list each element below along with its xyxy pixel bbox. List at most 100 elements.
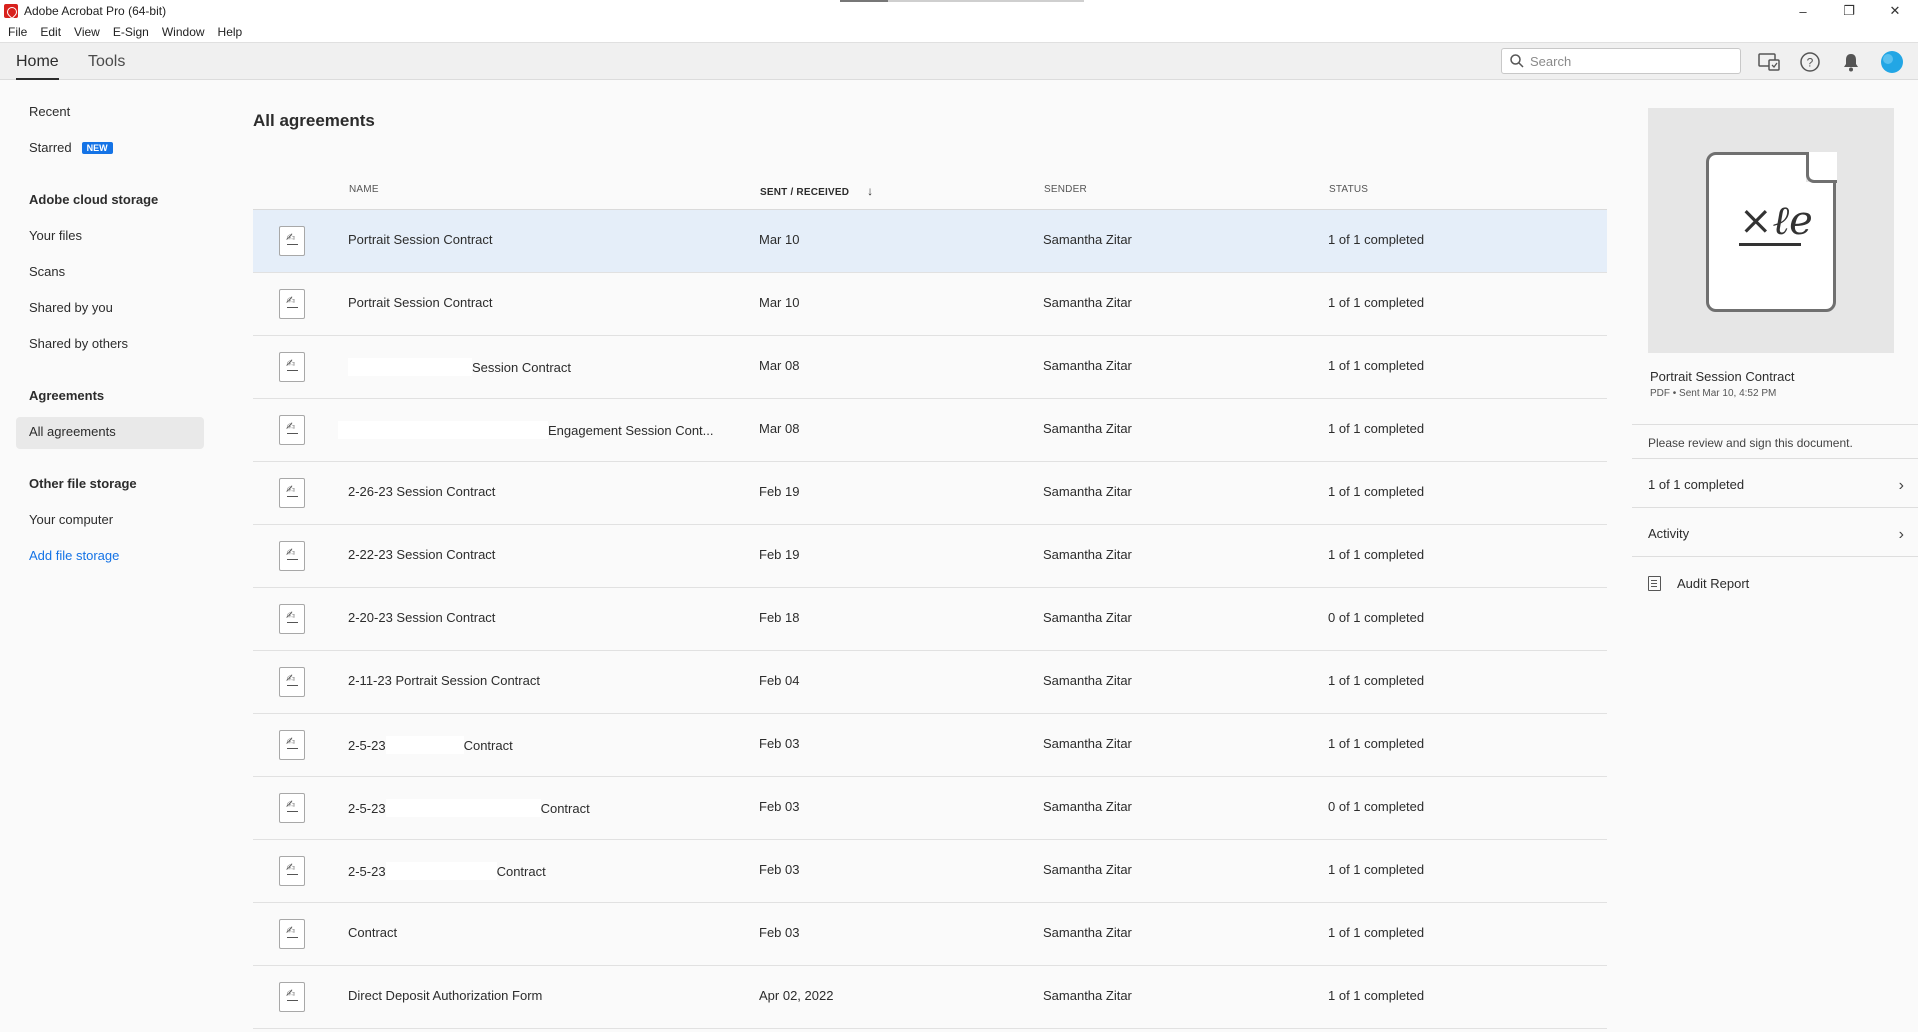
panel-divider	[1632, 424, 1918, 425]
table-row[interactable]: 2-5-23 Contract Feb 03 Samantha Zitar 1 o…	[253, 714, 1607, 777]
table-row[interactable]: Direct Deposit Authorization Form Apr 02…	[253, 966, 1607, 1029]
audit-report-icon	[1648, 576, 1661, 591]
row-name-cell: 2-5-23 Contract	[348, 736, 513, 754]
nav-your-computer[interactable]: Your computer	[29, 512, 113, 527]
row-name-prefix: 2-5-23	[348, 864, 386, 879]
audit-report-button[interactable]: Audit Report	[1648, 576, 1904, 591]
tab-tools[interactable]: Tools	[88, 43, 125, 80]
left-navigation: Recent Starred NEW Adobe cloud storage Yo…	[0, 81, 220, 1032]
table-row[interactable]: 2-26-23 Session Contract Feb 19 Samantha…	[253, 462, 1607, 525]
nav-heading-cloud: Adobe cloud storage	[29, 192, 159, 207]
row-sender: Samantha Zitar	[1043, 799, 1132, 814]
row-name: 2-20-23 Session Contract	[348, 610, 496, 625]
column-header-sent[interactable]: SENT / RECEIVED ↓	[760, 184, 873, 198]
row-status: 1 of 1 completed	[1328, 547, 1425, 562]
row-date: Mar 10	[759, 295, 800, 310]
nav-shared-by-others[interactable]: Shared by others	[29, 336, 128, 351]
help-icon[interactable]: ?	[1798, 50, 1822, 74]
panel-document-title: Portrait Session Contract	[1650, 369, 1795, 384]
signature-glyph: ×ℓe	[1739, 198, 1813, 244]
row-name: Contract	[463, 738, 513, 753]
agreement-file-icon	[279, 289, 305, 319]
nav-scans[interactable]: Scans	[29, 264, 65, 279]
nav-all-agreements[interactable]: All agreements	[29, 424, 116, 439]
table-row[interactable]: Session Contract Mar 08 Samantha Zitar 1…	[253, 336, 1607, 399]
panel-activity-label: Activity	[1648, 526, 1690, 541]
nav-recent[interactable]: Recent	[29, 104, 70, 119]
document-thumbnail[interactable]: ×ℓe	[1648, 108, 1894, 353]
panel-message: Please review and sign this document.	[1648, 436, 1853, 450]
menu-help[interactable]: Help	[218, 25, 243, 39]
nav-add-file-storage[interactable]: Add file storage	[29, 548, 119, 563]
agreement-file-icon	[279, 667, 305, 697]
agreement-file-icon	[279, 982, 305, 1012]
row-status: 1 of 1 completed	[1328, 421, 1425, 436]
esign-document-icon: ×ℓe	[1706, 152, 1837, 312]
search-input[interactable]	[1530, 53, 1730, 69]
redacted-text	[338, 421, 548, 439]
nav-your-files[interactable]: Your files	[29, 228, 82, 243]
panel-completion-row[interactable]: 1 of 1 completed ›	[1648, 477, 1904, 494]
close-button[interactable]: ✕	[1872, 0, 1918, 22]
row-date: Feb 03	[759, 736, 800, 751]
row-sender: Samantha Zitar	[1043, 358, 1132, 373]
row-name: Engagement Session Cont...	[548, 423, 714, 438]
table-row[interactable]: Contract Feb 03 Samantha Zitar 1 of 1 co…	[253, 903, 1607, 966]
menu-esign[interactable]: E-Sign	[113, 25, 149, 39]
agreement-file-icon	[279, 478, 305, 508]
title-drag-indicator	[840, 0, 1084, 2]
signature-line	[1739, 243, 1801, 246]
table-row[interactable]: 2-5-23 Contract Feb 03 Samantha Zitar 1 o…	[253, 840, 1607, 903]
row-status: 0 of 1 completed	[1328, 610, 1425, 625]
agreement-file-icon	[279, 730, 305, 760]
redacted-text	[348, 358, 472, 376]
row-date: Feb 18	[759, 610, 800, 625]
panel-activity-row[interactable]: Activity ›	[1648, 526, 1904, 543]
column-header-sent-label: SENT / RECEIVED	[760, 187, 850, 198]
tab-home[interactable]: Home	[16, 43, 59, 80]
agreement-file-icon	[279, 352, 305, 382]
nav-heading-other: Other file storage	[29, 476, 137, 491]
redacted-text	[385, 736, 464, 754]
table-row[interactable]: 2-20-23 Session Contract Feb 18 Samantha…	[253, 588, 1607, 651]
table-row[interactable]: 2-5-23 Contract Feb 03 Samantha Zitar 0 o…	[253, 777, 1607, 840]
table-row[interactable]: Engagement Session Cont... Mar 08 Samant…	[253, 399, 1607, 462]
row-date: Apr 02, 2022	[759, 988, 834, 1003]
row-sender: Samantha Zitar	[1043, 925, 1132, 940]
maximize-button[interactable]: ❐	[1826, 0, 1872, 22]
search-box[interactable]	[1501, 48, 1741, 74]
menu-file[interactable]: File	[8, 25, 27, 39]
table-row[interactable]: Portrait Session Contract Mar 10 Samanth…	[253, 273, 1607, 336]
column-header-status[interactable]: STATUS	[1329, 184, 1368, 195]
minimize-button[interactable]: –	[1780, 0, 1826, 22]
notification-bell-icon[interactable]	[1839, 50, 1863, 74]
share-screen-icon[interactable]	[1757, 50, 1781, 74]
row-status: 1 of 1 completed	[1328, 232, 1425, 247]
row-name-prefix: 2-5-23	[348, 801, 386, 816]
row-name: 2-22-23 Session Contract	[348, 547, 496, 562]
agreement-file-icon	[279, 604, 305, 634]
table-row[interactable]: Portrait Session Contract Mar 10 Samanth…	[253, 210, 1607, 273]
row-name-cell: 2-5-23 Contract	[348, 862, 546, 880]
menu-window[interactable]: Window	[162, 25, 205, 39]
row-name-cell: Session Contract	[348, 358, 571, 376]
row-sender: Samantha Zitar	[1043, 421, 1132, 436]
chevron-right-icon: ›	[1898, 477, 1904, 494]
column-header-sender[interactable]: SENDER	[1044, 184, 1087, 195]
table-row[interactable]: 2-11-23 Portrait Session Contract Feb 04…	[253, 651, 1607, 714]
agreement-file-icon	[279, 541, 305, 571]
table-row[interactable]: 2-22-23 Session Contract Feb 19 Samantha…	[253, 525, 1607, 588]
row-sender: Samantha Zitar	[1043, 988, 1132, 1003]
avatar[interactable]	[1880, 50, 1904, 74]
row-name: Contract	[540, 801, 590, 816]
agreements-table: NAME SENT / RECEIVED ↓ SENDER STATUS Port…	[253, 170, 1607, 1029]
panel-divider	[1632, 458, 1918, 459]
row-name-cell: Engagement Session Cont...	[338, 421, 714, 439]
nav-starred[interactable]: Starred NEW	[29, 140, 113, 155]
menu-edit[interactable]: Edit	[40, 25, 61, 39]
menu-view[interactable]: View	[74, 25, 100, 39]
app-top-bar: Home Tools ?	[0, 42, 1918, 80]
nav-shared-by-you[interactable]: Shared by you	[29, 300, 113, 315]
row-sender: Samantha Zitar	[1043, 736, 1132, 751]
column-header-name[interactable]: NAME	[349, 184, 379, 195]
